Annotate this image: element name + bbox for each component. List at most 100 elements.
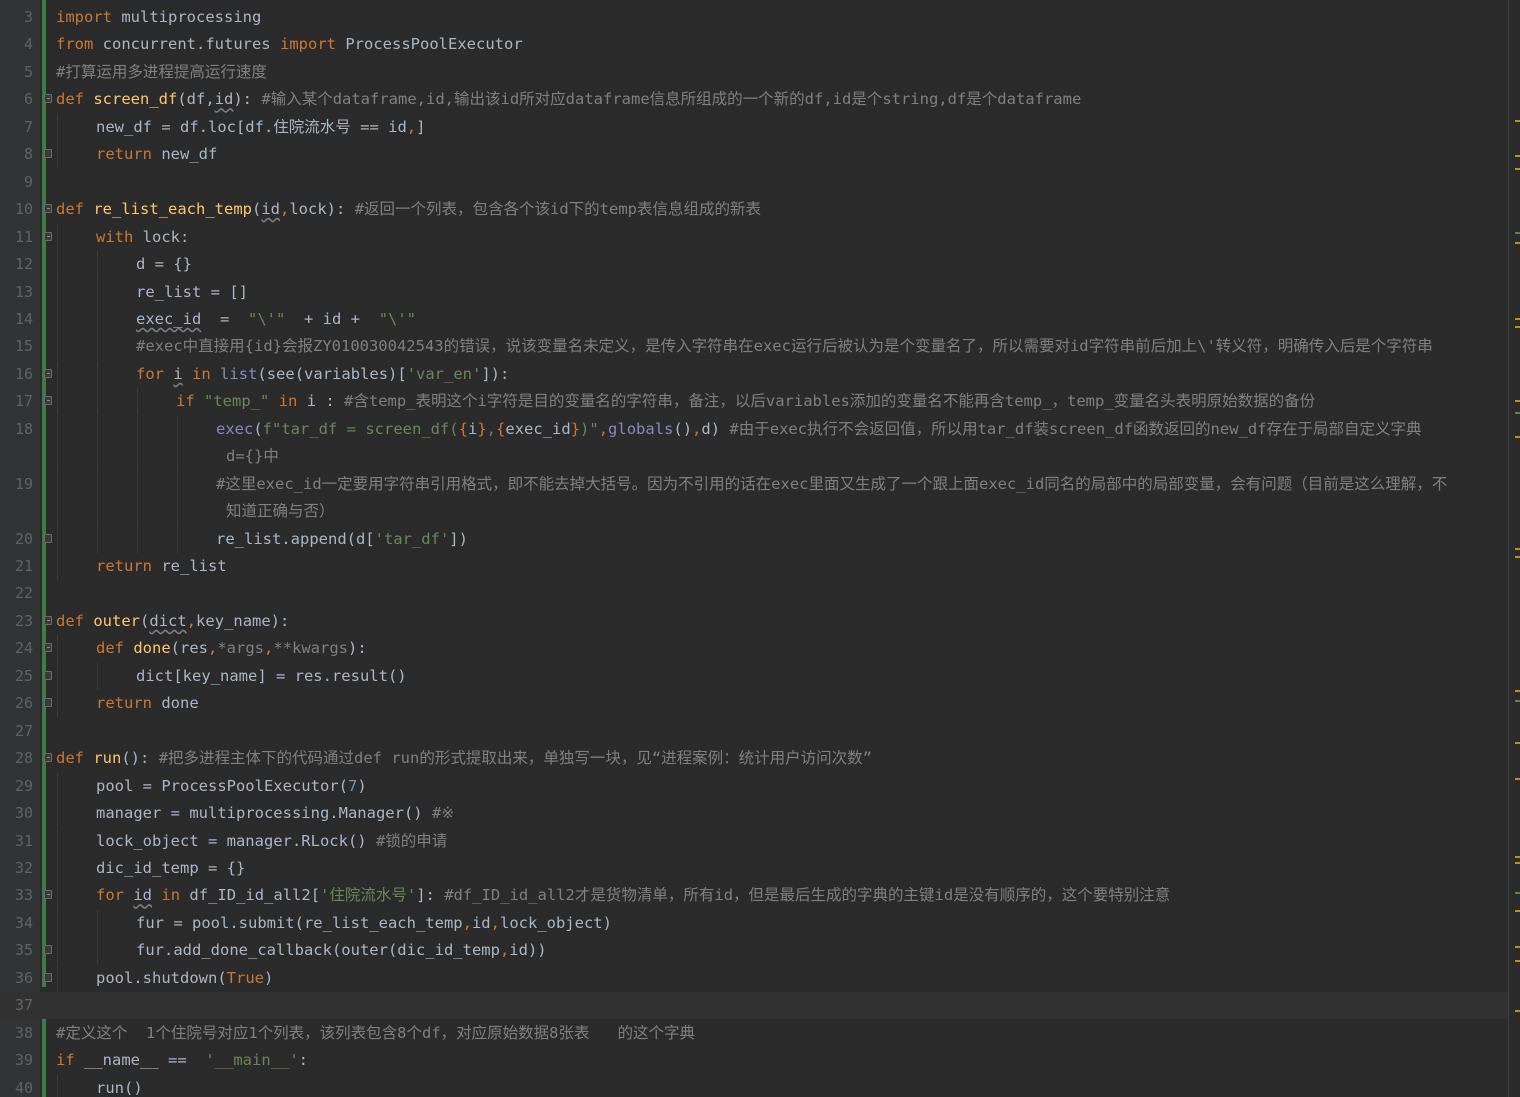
code-line[interactable]: 37 <box>0 992 1508 1020</box>
code-text[interactable]: #打算运用多进程提高运行速度 <box>56 59 267 86</box>
code-text[interactable]: #定义这个 1个住院号对应1个列表，该列表包含8个df，对应原始数据8张表 的这… <box>56 1020 695 1047</box>
code-text[interactable]: fur = pool.submit(re_list_each_temp,id,l… <box>136 910 612 937</box>
fold-end-icon[interactable] <box>44 533 52 543</box>
scrollbar-marker[interactable] <box>1515 960 1520 962</box>
code-line[interactable]: 29 pool = ProcessPoolExecutor(7) <box>0 772 1508 800</box>
code-line[interactable]: 28 def run(): #把多进程主体下的代码通过def run的形式提取出来… <box>0 745 1508 772</box>
code-text[interactable]: dic_id_temp = {} <box>96 855 245 882</box>
scrollbar-marker[interactable] <box>1515 232 1520 234</box>
scrollbar-marker[interactable] <box>1515 436 1520 438</box>
scrollbar-marker[interactable] <box>1515 242 1520 244</box>
code-line[interactable]: 3 import multiprocessing <box>0 4 1508 31</box>
scrollbar-marker[interactable] <box>1515 910 1520 912</box>
fold-toggle-icon[interactable] <box>44 231 52 241</box>
scrollbar-marker[interactable] <box>1515 742 1520 744</box>
code-line[interactable]: 30 manager = multiprocessing.Manager() #※ <box>0 800 1508 828</box>
code-line[interactable]: 27 <box>0 718 1508 745</box>
scrollbar-marker[interactable] <box>1515 400 1520 402</box>
code-text[interactable]: def done(res,*args,**kwargs): <box>96 635 367 662</box>
code-line[interactable]: 21 return re_list <box>0 553 1508 580</box>
scrollbar-marker[interactable] <box>1515 778 1520 780</box>
fold-end-icon[interactable] <box>44 670 52 680</box>
fold-toggle-icon[interactable] <box>44 890 52 900</box>
code-text[interactable]: def screen_df(df,id): #输入某个dataframe,id,… <box>56 86 1081 113</box>
code-text[interactable]: def run(): #把多进程主体下的代码通过def run的形式提取出来，单… <box>56 745 872 772</box>
code-line[interactable]: 知道正确与否） <box>0 498 1508 526</box>
code-text[interactable]: re_list = [] <box>136 279 248 306</box>
code-line[interactable]: 6 def screen_df(df,id): #输入某个dataframe,id… <box>0 86 1508 113</box>
code-text[interactable]: lock_object = manager.RLock() #锁的申请 <box>96 828 447 855</box>
code-line[interactable]: 32 dic_id_temp = {} <box>0 854 1508 882</box>
code-text[interactable]: def outer(dict,key_name): <box>56 608 289 635</box>
fold-toggle-icon[interactable] <box>44 753 52 763</box>
code-text[interactable]: new_df = df.loc[df.住院流水号 == id,] <box>96 114 425 141</box>
fold-toggle-icon[interactable] <box>44 615 52 625</box>
code-line[interactable]: 34 fur = pool.submit(re_list_each_temp,id… <box>0 909 1508 937</box>
code-line[interactable]: 35 fur.add_done_callback(outer(dic_id_tem… <box>0 937 1508 965</box>
code-line[interactable]: 20 re_list.append(d['tar_df']) <box>0 525 1508 553</box>
fold-toggle-icon[interactable] <box>44 396 52 406</box>
code-text[interactable]: for id in df_ID_id_all2['住院流水号']: #df_ID… <box>96 882 1170 909</box>
code-text[interactable]: #这里exec_id一定要用字符串引用格式，即不能去掉大括号。因为不引用的话在e… <box>216 471 1447 498</box>
scrollbar-marker[interactable] <box>1515 856 1520 858</box>
code-line[interactable]: 7 new_df = df.loc[df.住院流水号 == id,] <box>0 113 1508 141</box>
code-text[interactable]: #exec中直接用{id}会报ZY010030042543的错误，说该变量名未定… <box>136 333 1433 360</box>
code-text[interactable]: return done <box>96 690 199 717</box>
code-text[interactable]: run() <box>96 1075 143 1097</box>
scrollbar-marker[interactable] <box>1515 556 1520 558</box>
fold-end-icon[interactable] <box>44 972 52 982</box>
code-line[interactable]: 18 exec(f"tar_df = screen_df({i},{exec_id… <box>0 415 1508 443</box>
scrollbar-marker[interactable] <box>1515 120 1520 122</box>
code-text[interactable]: for i in list(see(variables)['var_en']): <box>136 361 509 388</box>
code-text[interactable]: dict[key_name] = res.result() <box>136 663 407 690</box>
code-line[interactable]: 13 re_list = [] <box>0 278 1508 306</box>
code-line[interactable]: 22 <box>0 580 1508 607</box>
code-text[interactable]: return new_df <box>96 141 217 168</box>
code-text[interactable]: fur.add_done_callback(outer(dic_id_temp,… <box>136 937 547 964</box>
code-text[interactable]: if "temp_" in i : #含temp_表明这个i字符是目的变量名的字… <box>176 388 1315 415</box>
code-line[interactable]: 15 #exec中直接用{id}会报ZY010030042543的错误，说该变量名… <box>0 333 1508 361</box>
code-line[interactable]: 26 return done <box>0 690 1508 718</box>
code-text[interactable]: d={}中 <box>226 443 279 470</box>
code-line[interactable]: 33 for id in df_ID_id_all2['住院流水号']: #df_… <box>0 882 1508 910</box>
scrollbar-marker[interactable] <box>1515 155 1520 157</box>
code-text[interactable]: pool = ProcessPoolExecutor(7) <box>96 773 367 800</box>
code-area[interactable]: 3 import multiprocessing 4 from concurrent.… <box>0 0 1508 1097</box>
code-line[interactable]: 24 def done(res,*args,**kwargs): <box>0 635 1508 663</box>
scrollbar-marker[interactable] <box>1515 548 1520 550</box>
fold-end-icon[interactable] <box>44 945 52 955</box>
code-editor[interactable]: 3 import multiprocessing 4 from concurrent.… <box>0 0 1520 1097</box>
code-line[interactable]: 36 pool.shutdown(True) <box>0 964 1508 992</box>
code-text[interactable]: return re_list <box>96 553 227 580</box>
fold-toggle-icon[interactable] <box>44 204 52 214</box>
scrollbar-marker[interactable] <box>1515 946 1520 948</box>
code-text[interactable]: manager = multiprocessing.Manager() #※ <box>96 800 454 827</box>
fold-end-icon[interactable] <box>44 149 52 159</box>
code-text[interactable]: pool.shutdown(True) <box>96 965 273 992</box>
code-line[interactable]: 8 return new_df <box>0 141 1508 169</box>
scrollbar-marker[interactable] <box>1515 326 1520 328</box>
scrollbar-marker-stripe[interactable] <box>1508 0 1520 1097</box>
code-line[interactable]: 25 dict[key_name] = res.result() <box>0 662 1508 690</box>
code-line[interactable]: 11 with lock: <box>0 223 1508 251</box>
code-text[interactable]: re_list.append(d['tar_df']) <box>216 526 468 553</box>
scrollbar-marker[interactable] <box>1515 862 1520 864</box>
fold-toggle-icon[interactable] <box>44 643 52 653</box>
code-line[interactable]: d={}中 <box>0 443 1508 471</box>
fold-toggle-icon[interactable] <box>44 94 52 104</box>
code-line[interactable]: 10 def re_list_each_temp(id,lock): #返回一个列… <box>0 196 1508 223</box>
scrollbar-marker[interactable] <box>1515 412 1520 414</box>
code-line[interactable]: 39 if __name__ == '__main__': <box>0 1047 1508 1074</box>
scrollbar-marker[interactable] <box>1515 318 1520 320</box>
code-text[interactable]: import multiprocessing <box>56 4 261 31</box>
code-line[interactable]: 9 <box>0 169 1508 196</box>
code-text[interactable]: from concurrent.futures import ProcessPo… <box>56 31 523 58</box>
code-line[interactable]: 5 #打算运用多进程提高运行速度 <box>0 59 1508 86</box>
code-line[interactable]: 4 from concurrent.futures import ProcessP… <box>0 31 1508 58</box>
code-text[interactable]: if __name__ == '__main__': <box>56 1047 308 1074</box>
code-text[interactable]: with lock: <box>96 224 189 251</box>
code-line[interactable]: 12 d = {} <box>0 251 1508 279</box>
code-text[interactable]: def re_list_each_temp(id,lock): #返回一个列表，… <box>56 196 761 223</box>
code-text[interactable]: 知道正确与否） <box>226 498 335 525</box>
code-line[interactable]: 38 #定义这个 1个住院号对应1个列表，该列表包含8个df，对应原始数据8张表 … <box>0 1020 1508 1047</box>
